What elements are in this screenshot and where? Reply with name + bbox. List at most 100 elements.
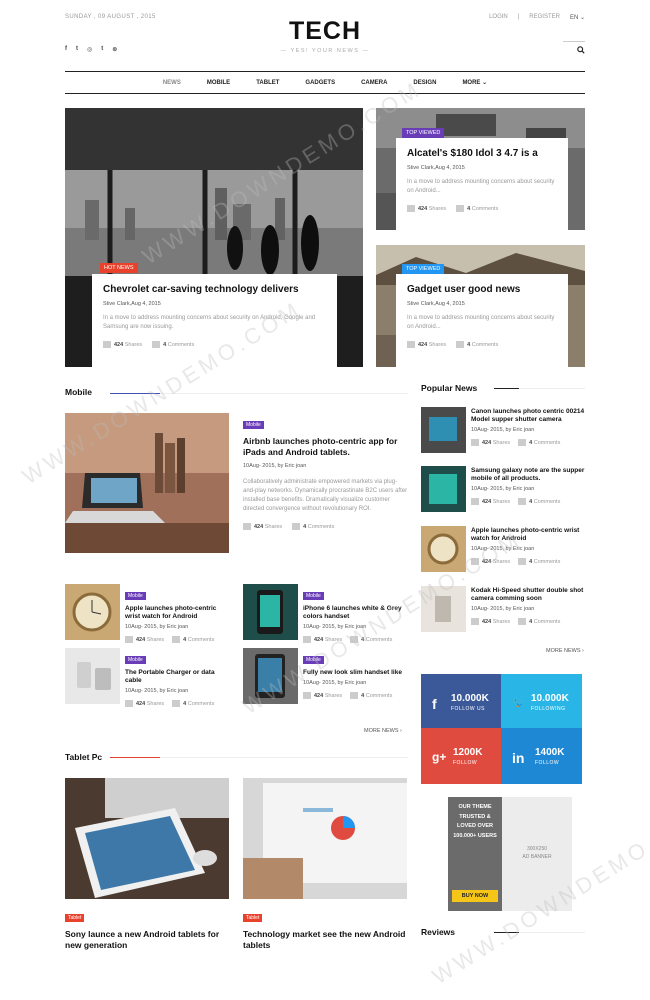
popular-item-image-2[interactable] <box>421 466 466 512</box>
mobile-item-1: Mobile Apple launches photo-centric wris… <box>125 584 230 643</box>
popular-item-title[interactable]: Apple launches photo-centric wrist watch… <box>471 527 586 543</box>
top-viewed-tag[interactable]: TOP VIEWED <box>402 128 445 138</box>
language-selector[interactable]: EN ⌄ <box>570 14 585 21</box>
tablet-item-title[interactable]: Sony launce a new Android tablets for ne… <box>65 929 229 951</box>
charger-image <box>65 648 120 704</box>
hero-main-title[interactable]: Chevrolet car-saving technology delivers <box>103 283 326 296</box>
hero-main-story[interactable]: HOT NEWS Chevrolet car-saving technology… <box>65 108 363 367</box>
mobile-item-meta: 10Aug- 2015, by Eric joan <box>303 680 367 686</box>
mobile-item-image-1[interactable] <box>65 584 120 640</box>
buy-now-button[interactable]: BUY NOW <box>452 890 498 902</box>
popular-news-heading: Popular News <box>421 383 478 393</box>
nav-tablet[interactable]: TABLET <box>256 80 279 86</box>
twitter-counter[interactable]: 🐦 10.000K FOLLOWING <box>501 674 582 728</box>
nav-camera[interactable]: CAMERA <box>361 80 387 86</box>
hero-side-stats-2: 424 Shares 4 Comments <box>407 341 557 348</box>
popular-item-1: Canon launches photo centric 00214 Model… <box>471 408 586 446</box>
nav-mobile[interactable]: MOBILE <box>207 80 230 86</box>
mobile-item-image-4[interactable] <box>243 648 298 704</box>
popular-item-title[interactable]: Canon launches photo centric 00214 Model… <box>471 408 586 424</box>
comments-count[interactable]: 4 Comments <box>456 205 498 212</box>
google-plus-counter[interactable]: g+ 1200K FOLLOW <box>421 728 501 784</box>
category-pill[interactable]: Mobile <box>303 656 324 664</box>
popular-item-meta: 10Aug- 2015, by Eric joan <box>471 486 535 492</box>
popular-item-2: Samsung galaxy note are the supper mobil… <box>471 467 586 505</box>
mobile-item-image-2[interactable] <box>243 584 298 640</box>
facebook-counter[interactable]: f 10.000K FOLLOW US <box>421 674 501 728</box>
popular-item-title[interactable]: Samsung galaxy note are the supper mobil… <box>471 467 586 483</box>
hero-side-stats-1: 424 Shares 4 Comments <box>407 205 557 212</box>
popular-item-stats: 424 Shares 4 Comments <box>471 498 586 505</box>
popular-item-title[interactable]: Kodak Hi-Speed shutter double shot camer… <box>471 587 586 603</box>
google-plus-count: 1200K <box>453 747 483 758</box>
ad-banner[interactable]: OUR THEME TRUSTED & LOVED OVER 100.000+ … <box>448 797 572 911</box>
mobile-feature-image[interactable] <box>65 413 229 553</box>
category-pill[interactable]: Mobile <box>243 421 264 429</box>
mobile-item-meta: 10Aug- 2015, by Eric joan <box>303 624 367 630</box>
search-icon[interactable] <box>577 46 585 56</box>
comments-count[interactable]: 4 Comments <box>152 341 194 348</box>
hero-side-story-2[interactable]: TOP VIEWED Gadget user good news Stive C… <box>376 245 585 367</box>
share-icon <box>125 636 133 643</box>
mobile-item-title[interactable]: The Portable Charger or data cable <box>125 669 230 685</box>
hot-news-tag[interactable]: HOT NEWS <box>100 263 138 273</box>
mobile-feature-title[interactable]: Airbnb launches photo-centric app for iP… <box>243 436 408 458</box>
mobile-section-heading: Mobile <box>65 387 92 397</box>
mobile-more-news-link[interactable]: MORE NEWS › <box>364 728 402 734</box>
reviews-heading: Reviews <box>421 927 456 937</box>
separator: | <box>517 14 520 20</box>
site-logo[interactable]: TECH <box>65 18 585 44</box>
top-viewed-tag[interactable]: TOP VIEWED <box>402 264 445 274</box>
category-pill[interactable]: Tablet <box>65 914 85 922</box>
nav-design[interactable]: DESIGN <box>413 80 436 86</box>
nav-gadgets[interactable]: GADGETS <box>305 80 335 86</box>
popular-item-image-4[interactable] <box>421 586 466 632</box>
share-icon <box>243 523 251 530</box>
nav-more[interactable]: MORE ⌄ <box>462 79 487 86</box>
linkedin-icon: in <box>512 750 525 766</box>
mobile-item-image-3[interactable] <box>65 648 120 704</box>
shares-count: 424 Shares <box>407 205 446 212</box>
login-link[interactable]: LOGIN <box>489 14 508 21</box>
category-pill[interactable]: Tablet <box>243 914 263 922</box>
comments-count[interactable]: 4 Comments <box>456 341 498 348</box>
share-icon <box>125 700 133 707</box>
hero-side-title-1[interactable]: Alcatel's $180 Idol 3 4.7 is a <box>407 147 557 160</box>
comments-count[interactable]: 4 Comments <box>292 523 334 530</box>
ad-promo-panel: OUR THEME TRUSTED & LOVED OVER 100.000+ … <box>448 797 502 911</box>
kodak-camera-image <box>421 586 466 632</box>
wrist-watch-image <box>65 584 120 640</box>
galaxy-phone-image <box>421 466 466 512</box>
tablet-item-image-1[interactable] <box>65 778 229 899</box>
share-icon <box>471 618 479 625</box>
popular-item-4: Kodak Hi-Speed shutter double shot camer… <box>471 587 586 625</box>
hero-side-title-2[interactable]: Gadget user good news <box>407 283 557 296</box>
share-icon <box>407 205 415 212</box>
comment-icon <box>518 618 527 625</box>
category-pill[interactable]: Mobile <box>125 656 146 664</box>
category-pill[interactable]: Mobile <box>303 592 324 600</box>
popular-item-stats: 424 Shares 4 Comments <box>471 618 586 625</box>
nav-news[interactable]: NEWS <box>163 80 181 86</box>
register-link[interactable]: REGISTER <box>529 14 560 21</box>
top-bar: SUNDAY , 09 AUGUST , 2015 f t ◎ t ⊛ TECH… <box>65 10 585 54</box>
popular-more-news-link[interactable]: MORE NEWS › <box>546 648 584 654</box>
popular-item-image-3[interactable] <box>421 526 466 572</box>
linkedin-counter[interactable]: in 1400K FOLLOW <box>501 728 582 784</box>
tablet-item-image-2[interactable] <box>243 778 407 899</box>
mobile-item-title[interactable]: Apple launches photo-centric wrist watch… <box>125 605 230 621</box>
mobile-item-title[interactable]: iPhone 6 launches white & Grey colors ha… <box>303 605 408 621</box>
google-plus-icon: g+ <box>432 750 447 764</box>
tablet-item-title[interactable]: Technology market see the new Android ta… <box>243 929 407 951</box>
section-underline <box>110 757 160 758</box>
mobile-item-3: Mobile The Portable Charger or data cabl… <box>125 648 230 707</box>
category-pill[interactable]: Mobile <box>125 592 146 600</box>
mobile-item-title[interactable]: Fully new look slim handset like <box>303 669 408 677</box>
google-plus-label: FOLLOW <box>453 760 478 766</box>
facebook-icon: f <box>432 696 437 712</box>
section-divider <box>519 388 585 389</box>
popular-item-image-1[interactable] <box>421 407 466 453</box>
hero-side-story-1[interactable]: TOP VIEWED Alcatel's $180 Idol 3 4.7 is … <box>376 108 585 230</box>
mobile-feature-body: Mobile Airbnb launches photo-centric app… <box>243 413 408 530</box>
linkedin-label: FOLLOW <box>535 760 560 766</box>
